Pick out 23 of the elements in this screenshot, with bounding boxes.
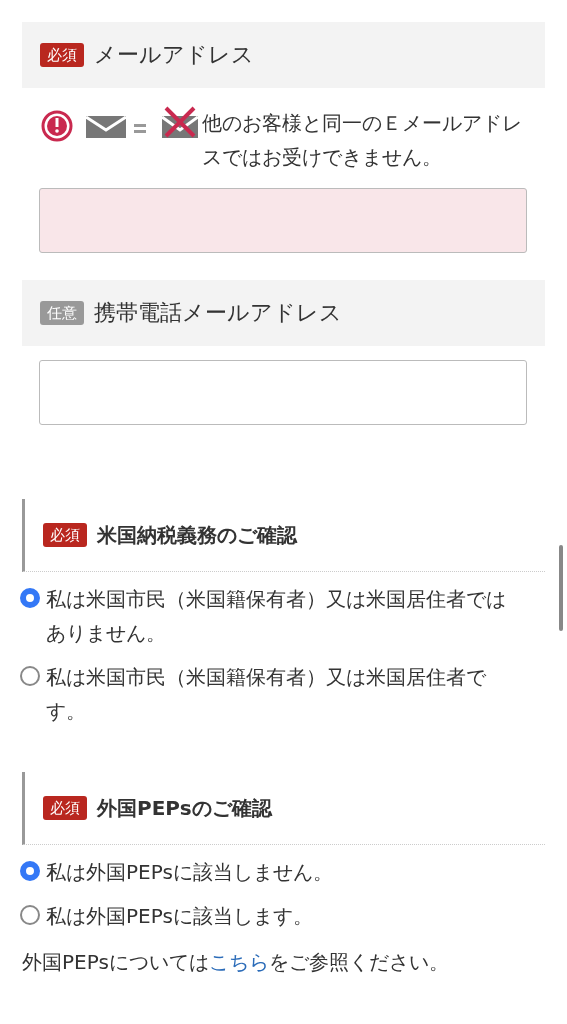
radio-button[interactable] [20, 905, 40, 925]
radio-button[interactable] [20, 861, 40, 881]
radio-button[interactable] [20, 666, 40, 686]
scrollbar[interactable] [559, 545, 563, 631]
option-label[interactable]: 私は外国PEPsに該当します。 [46, 899, 313, 933]
email-input-field[interactable] [39, 188, 527, 253]
mail-warning-icon [40, 106, 198, 142]
section-badge: 必須 [43, 796, 87, 820]
section-title: 米国納税義務のご確認 [97, 521, 297, 549]
option-label[interactable]: 私は米国市民（米国籍保有者）又は米国居住者です。 [46, 660, 516, 728]
field-badge: 必須 [40, 43, 84, 67]
footer-note: 外国PEPsについてはこちら をご参照ください。 [22, 949, 450, 976]
section-title: 外国PEPsのご確認 [97, 794, 272, 822]
field-label: 携帯電話メールアドレス [94, 299, 342, 327]
field-label: メールアドレス [94, 41, 254, 69]
option-label[interactable]: 私は米国市民（米国籍保有者）又は米国居住者ではありません。 [46, 582, 516, 650]
radio-button[interactable] [20, 588, 40, 608]
section-badge: 必須 [43, 523, 87, 547]
email-input-field[interactable] [39, 360, 527, 425]
option-label[interactable]: 私は外国PEPsに該当しません。 [46, 855, 333, 889]
here-link[interactable]: こちら [208, 950, 269, 974]
error-message: 他のお客様と同一のＥメールアドレスではお受けできません。 [202, 110, 523, 171]
field-badge: 任意 [40, 301, 84, 325]
